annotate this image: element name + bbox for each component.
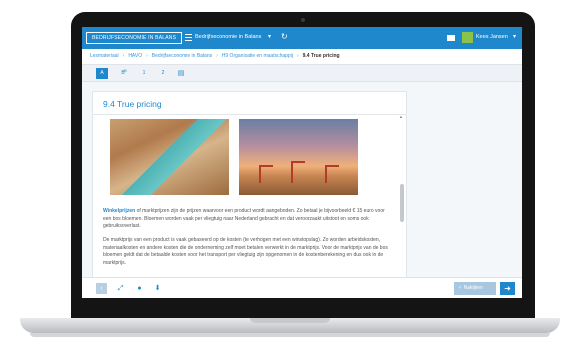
keyword-link[interactable]: Winkelprijzen [103, 208, 135, 214]
breadcrumb-item[interactable]: HAVO [128, 53, 142, 59]
breadcrumb-item[interactable]: H9 Organisatie en maatschappij [222, 53, 293, 59]
tab-a[interactable]: AA [96, 68, 108, 79]
tab-2[interactable]: 2 [157, 68, 169, 79]
salt-flats-photo [110, 119, 229, 195]
pumpjack-shape [291, 161, 305, 183]
next-arrow-icon[interactable]: ➜ [500, 282, 515, 295]
scroll-thumb[interactable] [400, 184, 404, 222]
breadcrumb-separator: › [296, 53, 299, 59]
section-toolbar: AA BB 1 2 ▤ [82, 64, 522, 82]
screen: BEDRIJFSECONOMIE IN BALANS Bedrijfsecono… [82, 27, 522, 298]
tab-b[interactable]: BB [117, 68, 129, 79]
pumpjack-shape [325, 165, 339, 183]
bottom-bar: ‹ ⤢ ● ⬇ ✓ Nakijken ➜ [82, 277, 522, 298]
check-button[interactable]: ✓ Nakijken [454, 282, 496, 295]
avatar[interactable] [462, 32, 473, 43]
expand-icon[interactable]: ⤢ [115, 283, 126, 294]
tab-b-superscript: B [124, 68, 127, 73]
book-title[interactable]: Bedrijfseconomie in Balans [195, 34, 261, 41]
paragraph-1: Winkelprijzen of marktprijzen zijn de pr… [103, 208, 385, 230]
user-name[interactable]: Kees Jansen [476, 34, 508, 41]
laptop-notch [250, 318, 330, 323]
breadcrumb-separator: › [216, 53, 218, 59]
camera [301, 18, 305, 22]
paragraph-2: De marktprijs van een product is vaak ge… [103, 237, 388, 266]
book-menu-icon[interactable] [185, 34, 192, 41]
breadcrumb-item[interactable]: Lesmateriaal [90, 53, 119, 59]
user-chevron-down-icon[interactable]: ▾ [513, 33, 516, 40]
top-bar: BEDRIJFSECONOMIE IN BALANS Bedrijfsecono… [82, 27, 522, 49]
breadcrumb-current: 9.4 True pricing [302, 53, 340, 59]
content-panel: 9.4 True pricing Winkelprijzen of marktp… [92, 91, 407, 286]
oil-pumps-photo [239, 119, 358, 195]
brand-button[interactable]: BEDRIJFSECONOMIE IN BALANS [86, 32, 183, 44]
mail-icon[interactable] [447, 35, 455, 41]
refresh-icon[interactable]: ↻ [281, 33, 288, 41]
comment-icon[interactable]: ● [134, 283, 145, 294]
previous-icon[interactable]: ‹ [96, 283, 107, 294]
breadcrumb-item[interactable]: Bedrijfseconomie in Balans [152, 53, 212, 59]
tab-a-superscript: A [103, 68, 106, 73]
section-title: 9.4 True pricing [103, 99, 162, 109]
pumpjack-shape [259, 165, 273, 183]
pin-icon[interactable]: ⬇ [152, 283, 163, 294]
scrollbar[interactable]: ▲ ▼ [399, 114, 405, 284]
breadcrumb-separator: › [146, 53, 148, 59]
scroll-up-arrow-icon[interactable]: ▲ [399, 114, 403, 119]
divider [93, 114, 406, 115]
chevron-down-icon[interactable]: ▾ [268, 33, 271, 40]
document-icon[interactable]: ▤ [175, 68, 187, 79]
breadcrumb-separator: › [122, 53, 125, 59]
laptop-shadow [30, 333, 550, 337]
tab-1[interactable]: 1 [138, 68, 150, 79]
breadcrumb: Lesmateriaal › HAVO › Bedrijfseconomie in Ba… [82, 49, 522, 64]
